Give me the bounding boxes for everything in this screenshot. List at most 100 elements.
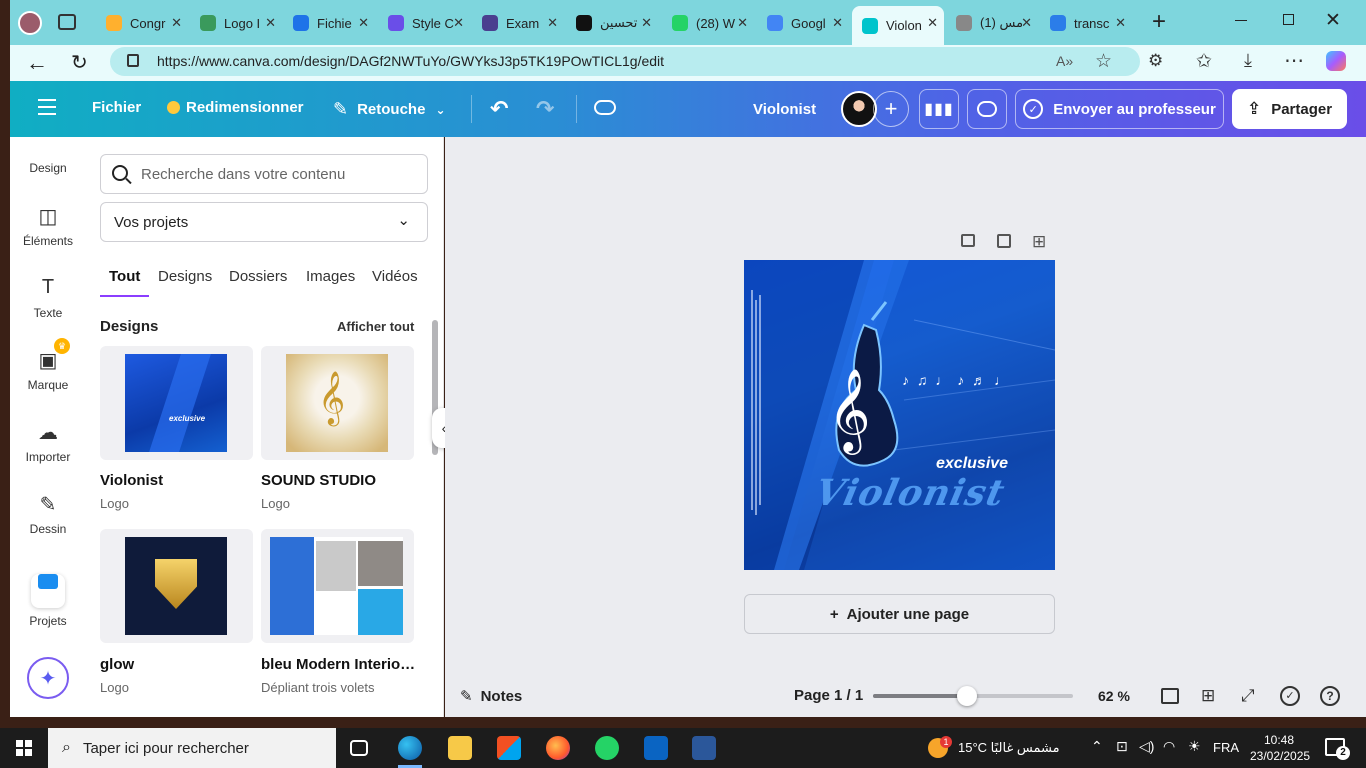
projects-select[interactable]: Vos projets ⌄ (100, 202, 428, 242)
menu-hamburger-icon[interactable] (38, 99, 56, 115)
browser-tab[interactable]: transc ✕ (1040, 6, 1132, 40)
close-window-button[interactable]: ✕ (1325, 9, 1341, 32)
notes-button[interactable]: ✎ Notes (460, 687, 522, 706)
card-title-4[interactable]: bleu Modern Interior... (261, 656, 416, 673)
design-thumb-violonist[interactable]: exclusive (100, 346, 253, 460)
see-all-link[interactable]: Afficher tout (337, 319, 414, 334)
zoom-value[interactable]: 62 % (1098, 688, 1130, 704)
clock-time[interactable]: 10:48 (1264, 733, 1294, 747)
tab-close-icon[interactable]: ✕ (547, 15, 558, 31)
help-icon[interactable]: ? (1320, 686, 1340, 706)
file-explorer-icon[interactable] (448, 736, 472, 760)
favorite-star-icon[interactable]: ☆ (1095, 50, 1112, 73)
rail-item-4[interactable]: ☁ Importer (10, 420, 86, 464)
firefox-icon[interactable] (546, 736, 570, 760)
tab-close-icon[interactable]: ✕ (927, 15, 938, 31)
browser-tab[interactable]: Fichie ✕ (283, 6, 375, 40)
extensions-icon[interactable]: ⚙ (1148, 51, 1163, 71)
add-page-icon[interactable]: ⊞ (1032, 232, 1046, 252)
more-menu-icon[interactable]: ⋯ (1284, 48, 1304, 73)
profile-avatar[interactable] (18, 11, 42, 35)
browser-tab[interactable]: Violon ✕ (852, 6, 944, 45)
read-aloud-icon[interactable]: A» (1056, 53, 1073, 69)
browser-tab[interactable]: (28) W ✕ (662, 6, 754, 40)
back-icon[interactable]: ← (26, 50, 48, 76)
share-button[interactable]: ⇪ Partager (1232, 89, 1347, 129)
design-thumb-sound-studio[interactable]: 𝄞 (261, 346, 414, 460)
redo-icon[interactable]: ↷ (536, 96, 554, 122)
lock-icon[interactable] (127, 54, 139, 67)
whatsapp-icon[interactable] (595, 736, 619, 760)
retouch-button[interactable]: ✎ Retouche ⌄ (333, 99, 446, 120)
card-title-3[interactable]: glow (100, 656, 255, 673)
fullscreen-icon[interactable]: ⤢ (1241, 686, 1255, 706)
browser-tab[interactable]: (1) مس ✕ (946, 6, 1038, 40)
check-icon[interactable]: ✓ (1280, 686, 1300, 706)
page-indicator[interactable]: Page 1 / 1 (794, 687, 863, 704)
tab-close-icon[interactable]: ✕ (1115, 15, 1126, 31)
design-title[interactable]: Violonist (753, 101, 816, 118)
comment-button[interactable] (967, 89, 1007, 129)
copilot-icon[interactable] (1326, 51, 1346, 71)
add-page-button[interactable]: + Ajouter une page (744, 594, 1055, 634)
cloud-saved-icon[interactable] (594, 100, 616, 115)
tab-close-icon[interactable]: ✕ (453, 15, 464, 31)
browser-tab[interactable]: Style C ✕ (378, 6, 470, 40)
rail-item-3[interactable]: ▣ Marque (10, 348, 86, 392)
url-text[interactable]: https://www.canva.com/design/DAGf2NWTuYo… (157, 53, 664, 69)
tab-folders[interactable]: Dossiers (229, 268, 287, 285)
favorites-icon[interactable]: ✩ (1196, 50, 1212, 73)
tab-close-icon[interactable]: ✕ (737, 15, 748, 31)
browser-tab[interactable]: تحسين ✕ (566, 6, 658, 40)
new-tab-button[interactable]: + (1152, 10, 1166, 34)
tab-all[interactable]: Tout (109, 268, 140, 285)
tab-close-icon[interactable]: ✕ (832, 15, 843, 31)
rail-item-1[interactable]: ◫ Éléments (10, 204, 86, 248)
design-thumb-interior[interactable] (261, 529, 414, 643)
edge-icon[interactable] (398, 736, 422, 760)
design-thumb-glow[interactable] (100, 529, 253, 643)
rail-item-5[interactable]: ✎ Dessin (10, 492, 86, 536)
tab-actions-icon[interactable] (58, 14, 76, 30)
weather-text[interactable]: 15°C مشمس غالبًا (958, 740, 1060, 756)
send-to-teacher-button[interactable]: ✓ Envoyer au professeur (1015, 89, 1224, 129)
tab-designs[interactable]: Designs (158, 268, 212, 285)
design-canvas[interactable]: 𝄞 ♪ ♫ ♩ ♪ ♬ ♩ exclusive Violonist (744, 260, 1055, 570)
magic-assistant-button[interactable]: ✦ (27, 657, 69, 699)
brightness-icon[interactable]: ☀ (1188, 738, 1201, 755)
grid-view-icon[interactable]: ⊞ (1201, 686, 1215, 706)
insights-button[interactable]: ▮▮▮ (919, 89, 959, 129)
reload-icon[interactable]: ↻ (71, 50, 88, 75)
page-view-icon[interactable] (1161, 688, 1179, 704)
store-icon[interactable] (497, 736, 521, 760)
network-icon[interactable]: ⊡ (1116, 738, 1128, 755)
resize-button[interactable]: Redimensionner (167, 99, 304, 116)
taskbar-search[interactable]: ⌕ Taper ici pour rechercher (48, 728, 336, 768)
rail-item-6[interactable]: Projets (10, 564, 86, 628)
volume-icon[interactable]: ◁) (1139, 738, 1154, 755)
tab-close-icon[interactable]: ✕ (1021, 15, 1032, 31)
language-indicator[interactable]: FRA (1213, 740, 1239, 755)
windows-start-icon[interactable] (16, 740, 32, 756)
tab-close-icon[interactable]: ✕ (171, 15, 182, 31)
tab-images[interactable]: Images (306, 268, 355, 285)
undo-icon[interactable]: ↶ (490, 96, 508, 122)
rail-item-2[interactable]: T Texte (10, 276, 86, 320)
avatar[interactable] (841, 91, 877, 127)
tab-close-icon[interactable]: ✕ (265, 15, 276, 31)
word-icon[interactable] (692, 736, 716, 760)
maximize-button[interactable] (1283, 14, 1294, 25)
browser-tab[interactable]: Congr ✕ (96, 6, 188, 40)
wifi-icon[interactable]: ◠ (1163, 738, 1175, 755)
lock-page-icon[interactable] (961, 234, 975, 247)
duplicate-page-icon[interactable] (997, 234, 1011, 248)
tab-close-icon[interactable]: ✕ (641, 15, 652, 31)
browser-tab[interactable]: Exam ✕ (472, 6, 564, 40)
outlook-icon[interactable] (644, 736, 668, 760)
download-icon[interactable]: ⤓ (1244, 50, 1252, 71)
search-field[interactable]: Recherche dans votre contenu (100, 154, 428, 194)
zoom-slider[interactable] (873, 686, 1073, 706)
card-title-1[interactable]: Violonist (100, 472, 255, 489)
file-menu[interactable]: Fichier (92, 99, 141, 116)
add-collaborator-button[interactable]: + (873, 91, 909, 127)
